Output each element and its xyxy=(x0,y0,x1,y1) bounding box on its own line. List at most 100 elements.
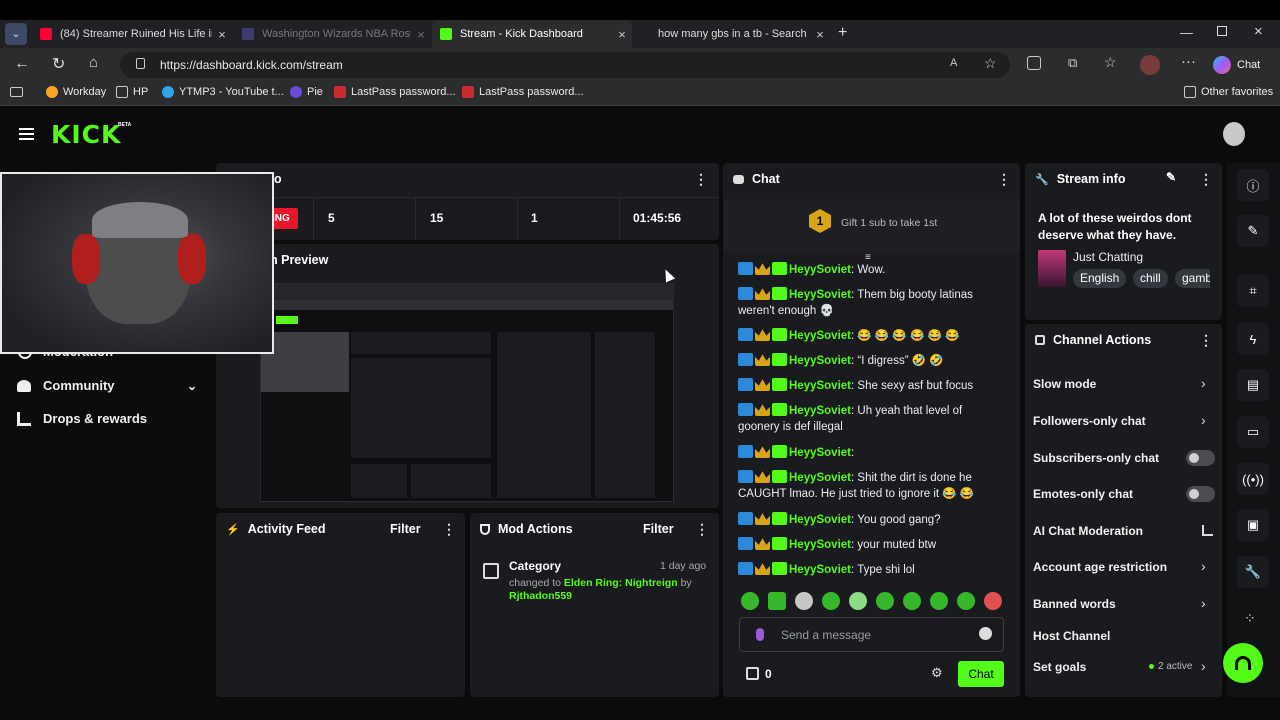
apps-icon[interactable]: ⁘ xyxy=(1244,610,1256,627)
more-options-icon[interactable]: ⋮ xyxy=(695,521,709,538)
emote-icon[interactable] xyxy=(795,592,813,610)
favorite-link[interactable]: YTMP3 - YouTube t... xyxy=(162,86,284,98)
filter-button[interactable]: Filter xyxy=(643,522,674,536)
chat-username[interactable]: HeyySoviet xyxy=(789,405,851,417)
close-icon[interactable]: × xyxy=(612,27,632,42)
hamburger-menu-icon[interactable] xyxy=(19,128,34,140)
favorite-link[interactable]: LastPass password... xyxy=(334,86,456,98)
followers-only-chat-item[interactable]: Followers-only chat xyxy=(1033,414,1146,428)
chevron-right-icon[interactable]: › xyxy=(1201,375,1206,391)
emote-icon[interactable] xyxy=(957,592,975,610)
host-channel-item[interactable]: Host Channel xyxy=(1033,629,1110,643)
more-menu-icon[interactable]: ··· xyxy=(1181,53,1196,70)
tag-chip[interactable]: English xyxy=(1073,269,1127,288)
url-input[interactable]: https://dashboard.kick.com/stream A ☆ xyxy=(120,52,1010,78)
chat-username[interactable]: HeyySoviet xyxy=(789,539,851,551)
account-age-restriction-item[interactable]: Account age restriction xyxy=(1033,560,1167,574)
banned-words-item[interactable]: Banned words xyxy=(1033,597,1116,611)
emote-icon[interactable] xyxy=(849,592,867,610)
chat-username[interactable]: HeyySoviet xyxy=(789,447,851,459)
favorite-link[interactable]: Workday xyxy=(46,86,106,98)
chat-username[interactable]: HeyySoviet xyxy=(789,330,851,342)
chevron-right-icon[interactable]: › xyxy=(1201,658,1206,674)
edit-icon[interactable]: ✎ xyxy=(1237,215,1269,247)
more-options-icon[interactable]: ⋮ xyxy=(997,171,1011,188)
split-screen-icon[interactable]: ⧉ xyxy=(1068,55,1077,71)
layout-icon[interactable]: ▣ xyxy=(1237,509,1269,541)
favorites-icon[interactable]: ☆ xyxy=(1104,54,1117,71)
chevron-right-icon[interactable]: › xyxy=(1201,595,1206,611)
chat-icon[interactable]: ▭ xyxy=(1237,416,1269,448)
read-aloud-icon[interactable]: A xyxy=(950,57,957,69)
game-link[interactable]: Elden Ring: Nightreign xyxy=(564,577,678,589)
user-avatar[interactable] xyxy=(1223,122,1245,146)
chat-username[interactable]: HeyySoviet xyxy=(789,289,851,301)
store-icon[interactable] xyxy=(746,667,759,680)
edit-pencil-icon[interactable]: ✎ xyxy=(1166,170,1176,184)
browser-tab[interactable]: (84) Streamer Ruined His Life in 7 × xyxy=(32,20,232,48)
more-options-icon[interactable]: ⋮ xyxy=(442,521,456,538)
window-close-button[interactable]: × xyxy=(1254,23,1263,40)
emote-icon[interactable] xyxy=(984,592,1002,610)
favorite-star-icon[interactable]: ☆ xyxy=(984,55,997,72)
favorite-link[interactable]: LastPass password... xyxy=(462,86,584,98)
more-options-icon[interactable]: ⋮ xyxy=(694,171,708,188)
other-favorites-folder[interactable]: Other favorites xyxy=(1184,86,1273,98)
chat-username[interactable]: HeyySoviet xyxy=(789,472,851,484)
set-goals-item[interactable]: Set goals xyxy=(1033,660,1086,674)
tab-actions-menu-icon[interactable]: ⌄ xyxy=(5,23,27,45)
emote-icon[interactable] xyxy=(876,592,894,610)
copilot-chat-button[interactable]: Chat xyxy=(1213,52,1269,78)
favorite-link[interactable]: Pie xyxy=(290,86,323,98)
restore-button[interactable] xyxy=(1217,26,1227,36)
home-icon[interactable]: ⌂ xyxy=(89,54,98,71)
emote-icon[interactable] xyxy=(741,592,759,610)
send-chat-button[interactable]: Chat xyxy=(958,661,1004,687)
microphone-icon[interactable] xyxy=(756,628,764,641)
chevron-right-icon[interactable]: › xyxy=(1201,558,1206,574)
close-icon[interactable]: × xyxy=(411,27,431,42)
chat-username[interactable]: HeyySoviet xyxy=(789,264,851,276)
kick-logo[interactable]: KICK xyxy=(51,120,121,149)
chat-username[interactable]: HeyySoviet xyxy=(789,355,851,367)
browser-tab[interactable]: how many gbs in a tb - Search × xyxy=(634,20,830,48)
bolt-icon[interactable]: ϟ xyxy=(1237,323,1269,355)
support-headset-icon[interactable] xyxy=(1223,643,1263,683)
more-options-icon[interactable]: ⋮ xyxy=(1199,171,1213,188)
emote-icon[interactable] xyxy=(903,592,921,610)
close-icon[interactable]: × xyxy=(212,27,232,42)
more-options-icon[interactable]: ⋮ xyxy=(1199,332,1213,349)
collections-icon[interactable] xyxy=(10,87,23,97)
favorite-folder[interactable]: HP xyxy=(116,86,148,98)
tag-chip[interactable]: gamb xyxy=(1175,269,1210,288)
wrench-icon[interactable]: 🔧 xyxy=(1237,556,1269,588)
slow-mode-item[interactable]: Slow mode xyxy=(1033,377,1096,391)
profile-avatar[interactable] xyxy=(1140,55,1160,75)
new-tab-button[interactable]: + xyxy=(838,24,847,42)
chat-username[interactable]: HeyySoviet xyxy=(789,564,851,576)
chat-settings-icon[interactable]: ⚙ xyxy=(931,665,943,681)
chevron-right-icon[interactable]: › xyxy=(1201,412,1206,428)
tag-chip[interactable]: chill xyxy=(1133,269,1168,288)
screenshot-icon[interactable]: ⌗ xyxy=(1237,275,1269,307)
emote-icon[interactable] xyxy=(930,592,948,610)
close-icon[interactable]: × xyxy=(810,27,830,42)
minimize-button[interactable]: — xyxy=(1180,25,1193,40)
broadcast-icon[interactable]: ((•)) xyxy=(1237,463,1269,495)
emote-icon[interactable] xyxy=(822,592,840,610)
browser-tab-active[interactable]: Stream - Kick Dashboard × xyxy=(432,20,632,48)
emote-icon[interactable] xyxy=(768,592,786,610)
ai-chat-moderation-item[interactable]: AI Chat Moderation xyxy=(1033,524,1143,538)
chat-username[interactable]: HeyySoviet xyxy=(789,514,851,526)
emoji-icon[interactable] xyxy=(979,627,992,640)
extensions-icon[interactable] xyxy=(1027,56,1041,70)
nav-item-drops-rewards[interactable]: Drops & rewards xyxy=(17,411,147,426)
browser-tab[interactable]: Washington Wizards NBA Roster × xyxy=(234,20,431,48)
refresh-icon[interactable]: ↻ xyxy=(52,54,65,74)
user-link[interactable]: Rjthadon559 xyxy=(509,590,572,602)
back-icon[interactable]: ← xyxy=(14,55,30,73)
subscribers-only-toggle[interactable] xyxy=(1186,450,1215,466)
document-icon[interactable]: ▤ xyxy=(1237,369,1269,401)
emotes-only-toggle[interactable] xyxy=(1186,486,1215,502)
filter-button[interactable]: Filter xyxy=(390,522,421,536)
